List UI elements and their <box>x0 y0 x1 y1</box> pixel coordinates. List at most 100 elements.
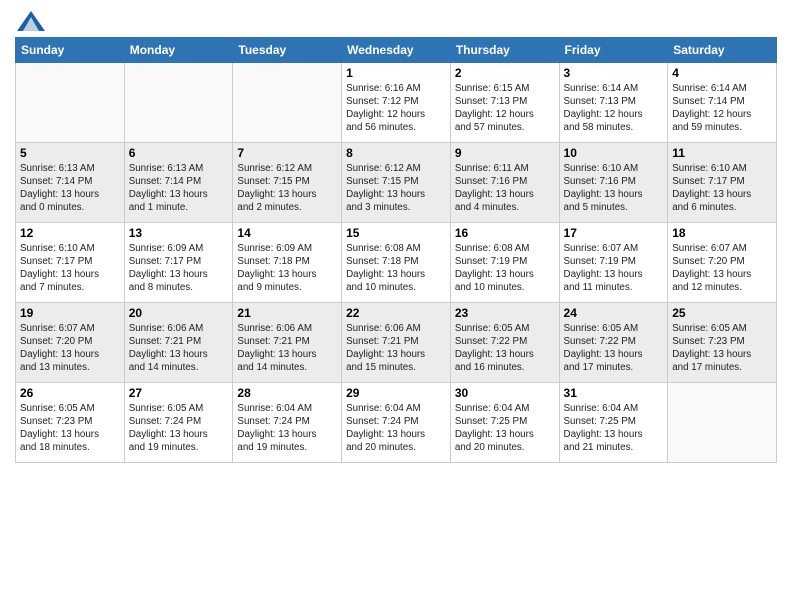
cell-info-text: Sunrise: 6:07 AMSunset: 7:20 PMDaylight:… <box>20 322 120 375</box>
cell-info-text: Sunrise: 6:10 AMSunset: 7:17 PMDaylight:… <box>20 242 120 295</box>
cell-date-number: 1 <box>346 66 446 80</box>
cell-info-text: Sunrise: 6:08 AMSunset: 7:18 PMDaylight:… <box>346 242 446 295</box>
calendar-cell <box>668 382 777 462</box>
calendar-week-4: 19 Sunrise: 6:07 AMSunset: 7:20 PMDayligh… <box>16 302 777 382</box>
calendar-cell: 11 Sunrise: 6:10 AMSunset: 7:17 PMDayligh… <box>668 142 777 222</box>
cell-date-number: 31 <box>564 386 664 400</box>
calendar-cell: 30 Sunrise: 6:04 AMSunset: 7:25 PMDayligh… <box>450 382 559 462</box>
cell-date-number: 8 <box>346 146 446 160</box>
weekday-header-friday: Friday <box>559 37 668 62</box>
calendar-cell: 18Sunrise: 6:07 AMSunset: 7:20 PMDayligh… <box>668 222 777 302</box>
calendar-cell: 8 Sunrise: 6:12 AMSunset: 7:15 PMDaylight… <box>342 142 451 222</box>
cell-date-number: 9 <box>455 146 555 160</box>
cell-info-text: Sunrise: 6:06 AMSunset: 7:21 PMDaylight:… <box>346 322 446 375</box>
cell-info-text: Sunrise: 6:14 AMSunset: 7:13 PMDaylight:… <box>564 82 664 135</box>
cell-date-number: 5 <box>20 146 120 160</box>
weekday-header-wednesday: Wednesday <box>342 37 451 62</box>
cell-info-text: Sunrise: 6:10 AMSunset: 7:17 PMDaylight:… <box>672 162 772 215</box>
calendar-cell: 2 Sunrise: 6:15 AMSunset: 7:13 PMDaylight… <box>450 62 559 142</box>
logo-text <box>15 10 45 31</box>
calendar-cell: 27Sunrise: 6:05 AMSunset: 7:24 PMDayligh… <box>124 382 233 462</box>
cell-info-text: Sunrise: 6:12 AMSunset: 7:15 PMDaylight:… <box>237 162 337 215</box>
calendar-cell: 29 Sunrise: 6:04 AMSunset: 7:24 PMDayligh… <box>342 382 451 462</box>
cell-date-number: 3 <box>564 66 664 80</box>
weekday-header-monday: Monday <box>124 37 233 62</box>
cell-info-text: Sunrise: 6:09 AMSunset: 7:17 PMDaylight:… <box>129 242 229 295</box>
calendar-cell: 9 Sunrise: 6:11 AMSunset: 7:16 PMDaylight… <box>450 142 559 222</box>
cell-date-number: 12 <box>20 226 120 240</box>
cell-date-number: 20 <box>129 306 229 320</box>
logo <box>15 10 45 31</box>
logo-icon <box>17 11 45 31</box>
cell-date-number: 7 <box>237 146 337 160</box>
cell-info-text: Sunrise: 6:05 AMSunset: 7:23 PMDaylight:… <box>672 322 772 375</box>
cell-date-number: 30 <box>455 386 555 400</box>
calendar-cell: 3 Sunrise: 6:14 AMSunset: 7:13 PMDaylight… <box>559 62 668 142</box>
cell-info-text: Sunrise: 6:06 AMSunset: 7:21 PMDaylight:… <box>129 322 229 375</box>
weekday-header-tuesday: Tuesday <box>233 37 342 62</box>
calendar-table: SundayMondayTuesdayWednesdayThursdayFrid… <box>15 37 777 463</box>
calendar-week-5: 26 Sunrise: 6:05 AMSunset: 7:23 PMDayligh… <box>16 382 777 462</box>
cell-date-number: 24 <box>564 306 664 320</box>
calendar-week-1: 1 Sunrise: 6:16 AMSunset: 7:12 PMDaylight… <box>16 62 777 142</box>
calendar-cell: 5Sunrise: 6:13 AMSunset: 7:14 PMDaylight… <box>16 142 125 222</box>
cell-info-text: Sunrise: 6:09 AMSunset: 7:18 PMDaylight:… <box>237 242 337 295</box>
calendar-cell: 12 Sunrise: 6:10 AMSunset: 7:17 PMDayligh… <box>16 222 125 302</box>
calendar-cell <box>124 62 233 142</box>
calendar-cell: 13 Sunrise: 6:09 AMSunset: 7:17 PMDayligh… <box>124 222 233 302</box>
calendar-cell: 15 Sunrise: 6:08 AMSunset: 7:18 PMDayligh… <box>342 222 451 302</box>
cell-info-text: Sunrise: 6:13 AMSunset: 7:14 PMDaylight:… <box>129 162 229 215</box>
weekday-header-thursday: Thursday <box>450 37 559 62</box>
cell-date-number: 15 <box>346 226 446 240</box>
weekday-header-row: SundayMondayTuesdayWednesdayThursdayFrid… <box>16 37 777 62</box>
cell-info-text: Sunrise: 6:04 AMSunset: 7:24 PMDaylight:… <box>346 402 446 455</box>
cell-date-number: 29 <box>346 386 446 400</box>
cell-date-number: 4 <box>672 66 772 80</box>
cell-date-number: 10 <box>564 146 664 160</box>
weekday-header-sunday: Sunday <box>16 37 125 62</box>
cell-date-number: 2 <box>455 66 555 80</box>
cell-info-text: Sunrise: 6:07 AMSunset: 7:20 PMDaylight:… <box>672 242 772 295</box>
cell-date-number: 14 <box>237 226 337 240</box>
calendar-cell: 10Sunrise: 6:10 AMSunset: 7:16 PMDayligh… <box>559 142 668 222</box>
cell-date-number: 11 <box>672 146 772 160</box>
cell-info-text: Sunrise: 6:06 AMSunset: 7:21 PMDaylight:… <box>237 322 337 375</box>
cell-date-number: 28 <box>237 386 337 400</box>
cell-date-number: 13 <box>129 226 229 240</box>
calendar-cell: 7 Sunrise: 6:12 AMSunset: 7:15 PMDaylight… <box>233 142 342 222</box>
calendar-cell: 25Sunrise: 6:05 AMSunset: 7:23 PMDayligh… <box>668 302 777 382</box>
cell-info-text: Sunrise: 6:04 AMSunset: 7:24 PMDaylight:… <box>237 402 337 455</box>
calendar-week-2: 5 Sunrise: 6:13 AMSunset: 7:14 PMDaylight… <box>16 142 777 222</box>
cell-date-number: 6 <box>129 146 229 160</box>
cell-date-number: 19 <box>20 306 120 320</box>
cell-date-number: 17 <box>564 226 664 240</box>
calendar-cell: 21Sunrise: 6:06 AMSunset: 7:21 PMDayligh… <box>233 302 342 382</box>
cell-info-text: Sunrise: 6:04 AMSunset: 7:25 PMDaylight:… <box>564 402 664 455</box>
calendar-cell: 22 Sunrise: 6:06 AMSunset: 7:21 PMDayligh… <box>342 302 451 382</box>
calendar-cell: 14 Sunrise: 6:09 AMSunset: 7:18 PMDayligh… <box>233 222 342 302</box>
cell-info-text: Sunrise: 6:16 AMSunset: 7:12 PMDaylight:… <box>346 82 446 135</box>
calendar-cell: 28 Sunrise: 6:04 AMSunset: 7:24 PMDayligh… <box>233 382 342 462</box>
calendar-cell: 19 Sunrise: 6:07 AMSunset: 7:20 PMDayligh… <box>16 302 125 382</box>
cell-info-text: Sunrise: 6:15 AMSunset: 7:13 PMDaylight:… <box>455 82 555 135</box>
cell-info-text: Sunrise: 6:14 AMSunset: 7:14 PMDaylight:… <box>672 82 772 135</box>
calendar-cell: 6 Sunrise: 6:13 AMSunset: 7:14 PMDaylight… <box>124 142 233 222</box>
calendar-week-3: 12 Sunrise: 6:10 AMSunset: 7:17 PMDayligh… <box>16 222 777 302</box>
cell-date-number: 26 <box>20 386 120 400</box>
calendar-cell: 31 Sunrise: 6:04 AMSunset: 7:25 PMDayligh… <box>559 382 668 462</box>
cell-info-text: Sunrise: 6:12 AMSunset: 7:15 PMDaylight:… <box>346 162 446 215</box>
calendar-cell: 17 Sunrise: 6:07 AMSunset: 7:19 PMDayligh… <box>559 222 668 302</box>
cell-info-text: Sunrise: 6:05 AMSunset: 7:23 PMDaylight:… <box>20 402 120 455</box>
calendar-cell: 24Sunrise: 6:05 AMSunset: 7:22 PMDayligh… <box>559 302 668 382</box>
cell-date-number: 22 <box>346 306 446 320</box>
main-container: SundayMondayTuesdayWednesdayThursdayFrid… <box>0 0 792 473</box>
calendar-cell: 4 Sunrise: 6:14 AMSunset: 7:14 PMDaylight… <box>668 62 777 142</box>
header <box>15 10 777 31</box>
weekday-header-saturday: Saturday <box>668 37 777 62</box>
cell-date-number: 23 <box>455 306 555 320</box>
calendar-cell <box>233 62 342 142</box>
cell-info-text: Sunrise: 6:11 AMSunset: 7:16 PMDaylight:… <box>455 162 555 215</box>
cell-info-text: Sunrise: 6:04 AMSunset: 7:25 PMDaylight:… <box>455 402 555 455</box>
cell-info-text: Sunrise: 6:07 AMSunset: 7:19 PMDaylight:… <box>564 242 664 295</box>
calendar-cell: 16Sunrise: 6:08 AMSunset: 7:19 PMDayligh… <box>450 222 559 302</box>
